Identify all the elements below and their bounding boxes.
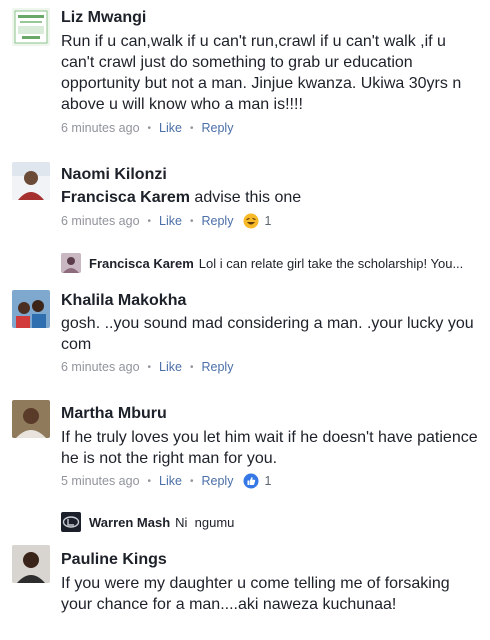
separator-dot: •	[147, 215, 152, 227]
avatar[interactable]	[12, 545, 50, 583]
separator-dot: •	[189, 215, 194, 227]
reply-link[interactable]: Reply	[202, 214, 234, 228]
comment-meta: 6 minutes ago • Like • Reply 1	[61, 213, 271, 229]
comment-author[interactable]: Liz Mwangi	[61, 9, 146, 27]
comment-author[interactable]: Khalila Makokha	[61, 292, 186, 310]
avatar[interactable]	[12, 290, 50, 328]
separator-dot: •	[147, 361, 152, 373]
reply-author[interactable]: Warren Mash	[89, 515, 170, 530]
comment-text: If you were my daughter u come telling m…	[61, 575, 450, 613]
comment-meta: 5 minutes ago • Like • Reply 1	[61, 473, 271, 489]
comment-body: advise this one	[189, 189, 302, 206]
reply-text: Lol i can relate girl take the scholarsh…	[198, 255, 464, 271]
reaction-count: 1	[264, 214, 272, 228]
avatar[interactable]	[61, 512, 81, 532]
mention-tag[interactable]: Francisca Karem	[61, 189, 190, 206]
timestamp[interactable]: 6 minutes ago	[61, 360, 140, 374]
avatar[interactable]	[12, 400, 50, 438]
reply-link[interactable]: Reply	[202, 121, 234, 135]
reply-text: Ni ngumu	[175, 514, 235, 530]
haha-emoji-icon	[243, 213, 259, 229]
separator-dot: •	[147, 475, 152, 487]
separator-dot: •	[189, 122, 194, 134]
like-link[interactable]: Like	[159, 360, 182, 374]
reaction-summary[interactable]: 1	[243, 213, 271, 229]
avatar[interactable]	[61, 253, 81, 273]
comment-text: gosh. ..you sound mad considering a man.…	[61, 315, 474, 353]
reaction-count: 1	[264, 474, 272, 488]
car-logo-icon	[61, 512, 81, 532]
comment-author[interactable]: Martha Mburu	[61, 405, 167, 423]
like-link[interactable]: Like	[159, 214, 182, 228]
reply-author[interactable]: Francisca Karem	[89, 256, 194, 271]
reaction-summary[interactable]: 1	[243, 473, 271, 489]
comment-text: If he truly loves you let him wait if he…	[61, 429, 478, 467]
avatar[interactable]	[12, 8, 50, 46]
separator-dot: •	[189, 475, 194, 487]
timestamp[interactable]: 6 minutes ago	[61, 121, 140, 135]
comment-author[interactable]: Pauline Kings	[61, 551, 167, 569]
comment-text: Francisca Karem advise this one	[61, 187, 481, 208]
like-link[interactable]: Like	[159, 121, 182, 135]
comment-thread: Liz Mwangi Run if u can,walk if u can't …	[0, 0, 490, 640]
comment-text: Run if u can,walk if u can't run,crawl i…	[61, 33, 462, 113]
comment-author[interactable]: Naomi Kilonzi	[61, 166, 167, 184]
like-thumb-icon	[243, 473, 259, 489]
reply-preview-francisca-karem[interactable]: Francisca Karem Lol i can relate girl ta…	[61, 253, 482, 273]
separator-dot: •	[189, 361, 194, 373]
comment-meta: 6 minutes ago • Like • Reply	[61, 360, 233, 374]
reply-preview-warren-mash[interactable]: Warren Mash Ni ngumu	[61, 512, 482, 532]
avatar[interactable]	[12, 162, 50, 200]
reply-link[interactable]: Reply	[202, 474, 234, 488]
reply-link[interactable]: Reply	[202, 360, 234, 374]
timestamp[interactable]: 5 minutes ago	[61, 474, 140, 488]
separator-dot: •	[147, 122, 152, 134]
comment-meta: 6 minutes ago • Like • Reply	[61, 121, 233, 135]
like-link[interactable]: Like	[159, 474, 182, 488]
timestamp[interactable]: 6 minutes ago	[61, 214, 140, 228]
